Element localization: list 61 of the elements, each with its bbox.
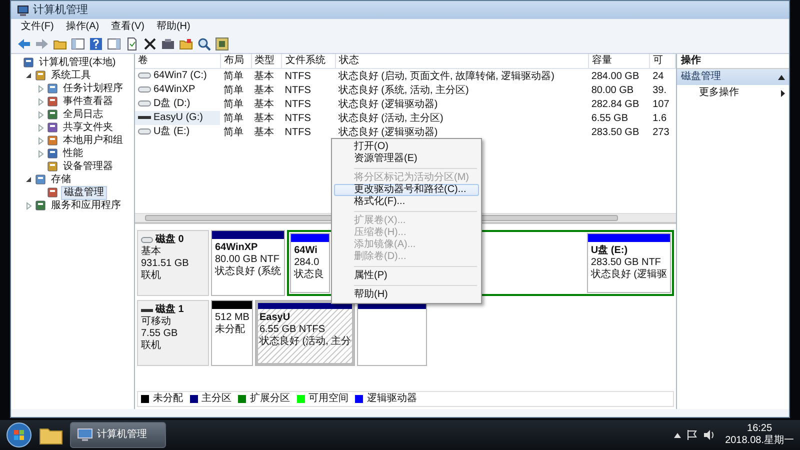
partition-name: 64WinXP (215, 242, 259, 254)
table-cell: 基本 (254, 112, 274, 124)
table-cell: 284.00 GB (591, 70, 640, 82)
disk-status: 联机 (141, 270, 162, 282)
table-cell: 基本 (254, 126, 274, 138)
partition-size: 6.55 GB NTFS (259, 324, 326, 336)
table-cell: 状态良好 (系统, 活动, 主分区) (338, 84, 469, 96)
table-cell: 6.55 GB (591, 112, 628, 124)
partition-status: 状态良好 (活动, 主分 (259, 336, 352, 348)
disk-label: 磁盘 0 (156, 234, 184, 246)
table-cell: 基本 (254, 98, 274, 110)
legend-label: 逻辑驱动器 (367, 393, 417, 405)
disk-size: 7.55 GB (141, 328, 179, 340)
table-cell: NTFS (284, 126, 311, 138)
table-cell: 1.6 (652, 112, 667, 124)
table-cell: 简单 (223, 126, 244, 138)
table-cell: 283.50 GB (591, 126, 640, 138)
table-cell: 简单 (223, 70, 244, 82)
table-cell: 80.00 GB (591, 84, 634, 96)
partition-status: 未分配 (215, 324, 246, 336)
table-cell: 107 (652, 98, 670, 110)
partition-size: 283.50 GB NTF (590, 257, 662, 268)
legend-label: 扩展分区 (250, 393, 290, 405)
window-title: 计算机管理 (33, 4, 88, 16)
table-cell: 状态良好 (活动, 主分区) (338, 112, 444, 124)
table-cell: 简单 (223, 98, 244, 110)
disk-type: 基本 (141, 246, 162, 258)
partition-status: 状态良 (294, 269, 326, 281)
table-cell: 39. (652, 84, 667, 96)
table-cell: NTFS (284, 98, 311, 110)
table-cell: 状态良好 (逻辑驱动器) (338, 98, 438, 110)
legend-label: 可用空间 (308, 393, 348, 405)
table-cell: NTFS (284, 112, 311, 124)
disk-type: 可移动 (141, 316, 172, 328)
table-cell: 状态良好 (逻辑驱动器) (338, 126, 438, 138)
partition-name: U盘 (E:) (590, 245, 629, 257)
disk-size: 931.51 GB (141, 258, 190, 270)
partition-size: 512 MB (215, 312, 250, 324)
table-cell: 简单 (223, 84, 244, 96)
legend-label: 未分配 (153, 393, 183, 405)
legend-label: 主分区 (202, 393, 232, 405)
partition-status: 状态良好 (逻辑驱 (590, 269, 667, 281)
table-cell: NTFS (284, 84, 311, 96)
action-label: 更多操作 (699, 87, 739, 99)
table-cell: 282.84 GB (591, 98, 640, 110)
partition-size: 284.0 (294, 257, 320, 268)
taskbar-label: 计算机管理 (97, 429, 147, 441)
disk-status: 联机 (141, 340, 162, 352)
table-cell: 基本 (254, 84, 274, 96)
table-cell: NTFS (284, 70, 311, 82)
table-cell: 简单 (223, 112, 244, 124)
table-cell: 273 (652, 126, 670, 138)
partition-status: 状态良好 (系统 (215, 266, 282, 278)
section-label: 磁盘管理 (681, 71, 721, 83)
disk-label: 磁盘 1 (156, 304, 184, 316)
table-cell: 状态良好 (启动, 页面文件, 故障转储, 逻辑驱动器) (338, 70, 554, 82)
partition-size: 80.00 GB NTF (215, 254, 280, 266)
table-cell: 24 (652, 70, 664, 82)
table-cell: 基本 (254, 70, 274, 82)
partition-name: EasyU (259, 312, 292, 324)
partition-name: 64Wi (294, 245, 318, 257)
